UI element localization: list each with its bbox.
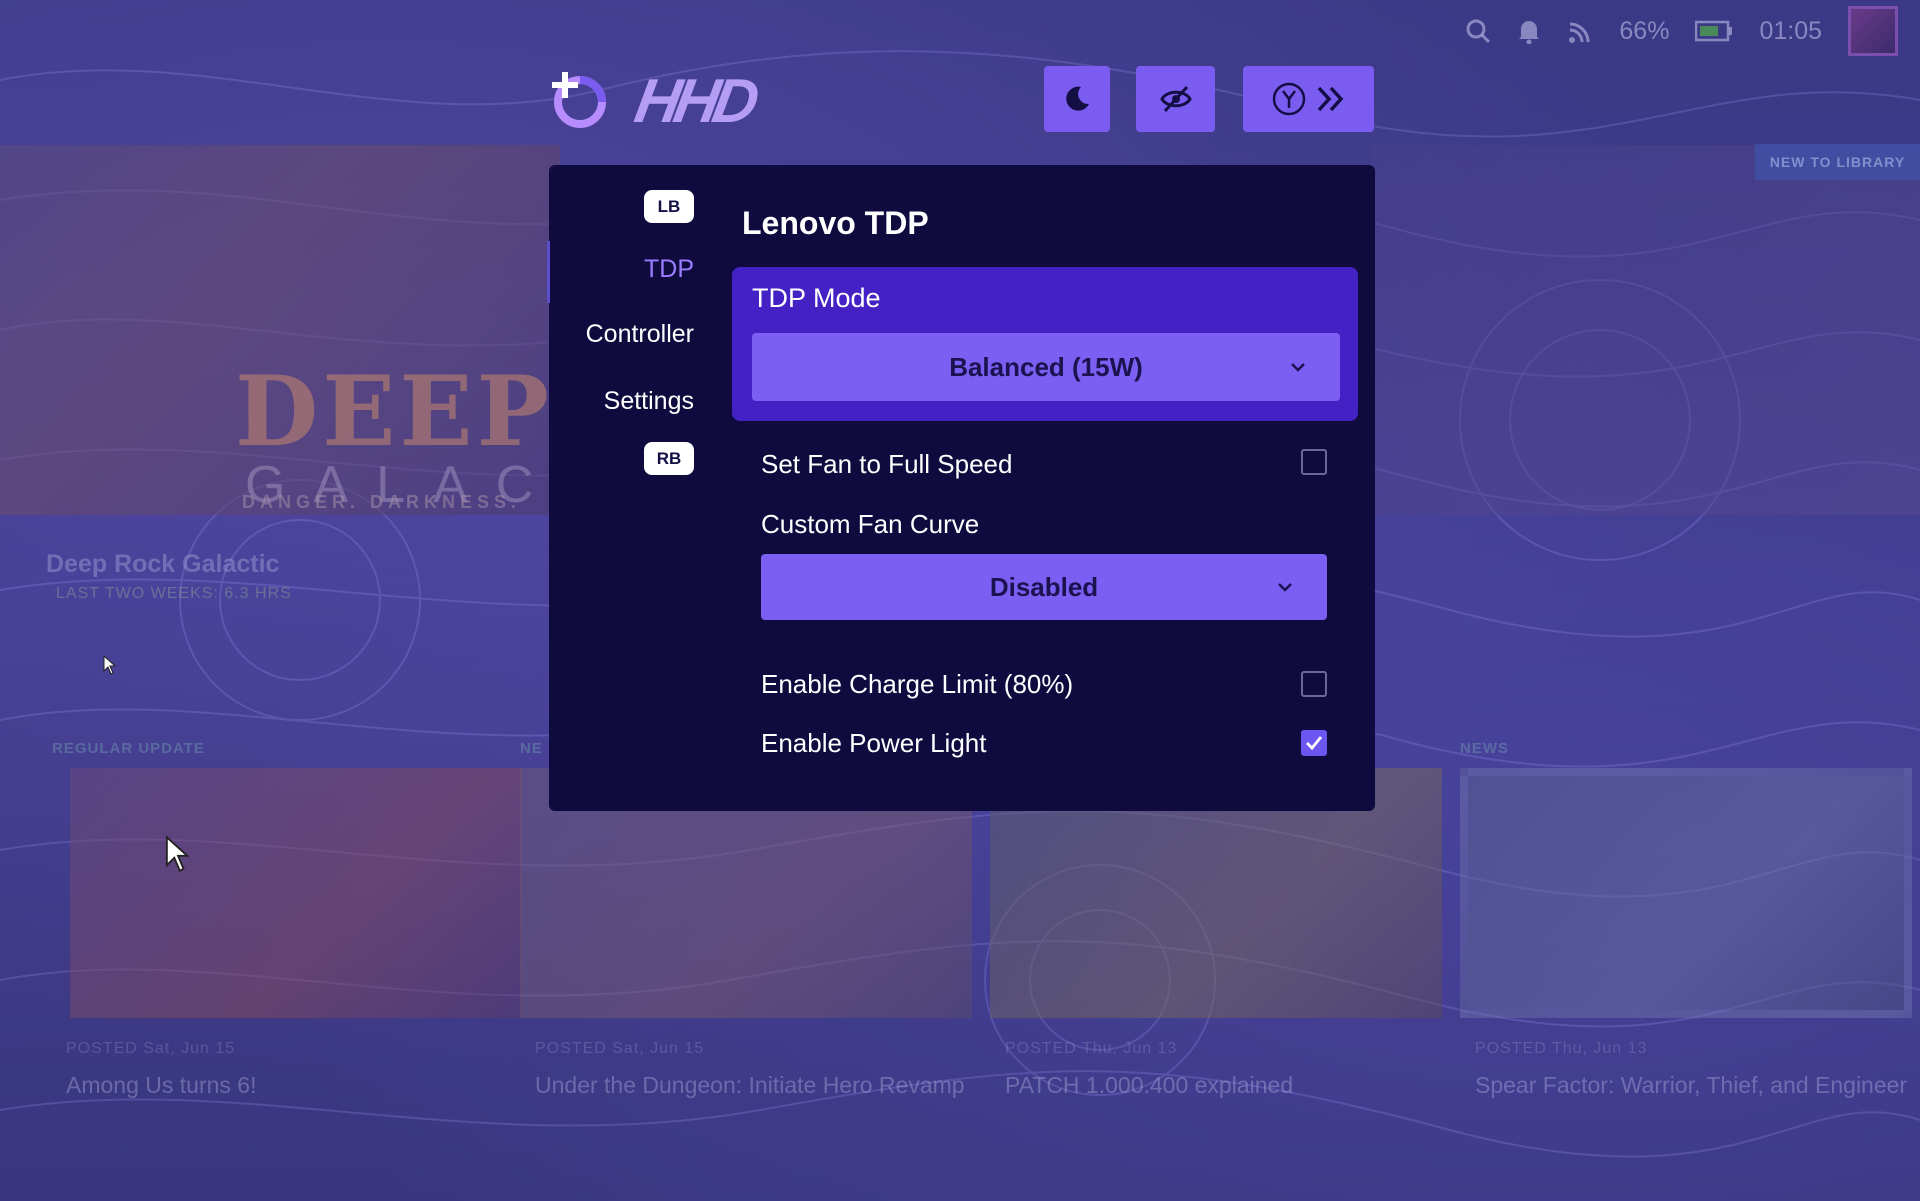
tdp-mode-section: TDP Mode Balanced (15W) <box>732 267 1358 421</box>
fan-full-speed-label: Set Fan to Full Speed <box>761 449 1013 479</box>
power-light-label: Enable Power Light <box>761 728 987 758</box>
library-tile[interactable] <box>1370 145 1920 515</box>
avatar[interactable] <box>1848 6 1898 56</box>
news-date: POSTED Thu, Jun 13 <box>1475 1040 1648 1057</box>
custom-fan-curve-dropdown[interactable]: Disabled <box>761 554 1327 620</box>
recent-game-playtime: LAST TWO WEEKS: 6.3 HRS <box>56 585 292 602</box>
custom-fan-curve-value: Disabled <box>989 571 1099 602</box>
hhd-logo-text: HHD <box>629 67 759 136</box>
news-title[interactable]: Among Us turns 6! <box>66 1068 506 1102</box>
cursor-icon <box>165 835 190 872</box>
recent-game-title: Deep Rock Galactic <box>46 550 280 578</box>
section-label: REGULAR UPDATE <box>52 740 205 757</box>
hhd-settings-panel: LB TDP Controller Settings RB Lenovo TDP… <box>547 165 1375 811</box>
news-title[interactable]: PATCH 1.000.400 explained <box>1005 1068 1445 1102</box>
wifi-icon <box>1569 22 1590 43</box>
new-to-library-badge: NEW TO LIBRARY <box>1755 144 1920 180</box>
y-button-icon <box>1272 82 1305 116</box>
power-light-checkbox[interactable] <box>1301 730 1327 756</box>
side-nav: TDP Controller Settings <box>549 165 694 565</box>
nav-item-settings[interactable]: Settings <box>604 387 694 416</box>
section-label: NEWS <box>1460 740 1509 757</box>
moon-icon <box>1066 86 1089 111</box>
tdp-mode-dropdown[interactable]: Balanced (15W) <box>752 333 1340 401</box>
nav-item-controller[interactable]: Controller <box>586 320 694 349</box>
fan-full-speed-checkbox[interactable] <box>1301 449 1327 475</box>
eye-slash-icon <box>1159 85 1192 113</box>
chevron-down-icon <box>1291 363 1305 372</box>
clock: 01:05 <box>1759 16 1822 45</box>
news-title[interactable]: Spear Factor: Warrior, Thief, and Engine… <box>1475 1068 1915 1102</box>
hide-overlay-button[interactable] <box>1136 66 1215 132</box>
section-label: NE <box>520 740 543 757</box>
checkmark-icon <box>1306 736 1323 751</box>
tdp-mode-value: Balanced (15W) <box>949 351 1143 382</box>
rb-bumper-badge[interactable]: RB <box>644 442 694 475</box>
charge-limit-label: Enable Charge Limit (80%) <box>761 669 1074 699</box>
chevron-double-right-icon <box>1317 86 1343 112</box>
hero-game-tagline: DANGER. DARKNESS. <box>242 492 522 512</box>
tdp-mode-label: TDP Mode <box>752 283 881 313</box>
news-title[interactable]: Under the Dungeon: Initiate Hero Revamp <box>535 1068 975 1102</box>
news-date: POSTED Thu, Jun 13 <box>1005 1040 1178 1057</box>
news-date: POSTED Sat, Jun 15 <box>535 1040 705 1057</box>
custom-fan-curve-label: Custom Fan Curve <box>761 509 980 539</box>
panel-title: Lenovo TDP <box>742 205 929 241</box>
news-tile[interactable] <box>70 768 522 1018</box>
nav-item-tdp[interactable]: TDP <box>644 255 694 284</box>
chevron-down-icon <box>1278 583 1292 592</box>
news-tile[interactable] <box>1460 768 1912 1018</box>
y-button-menu[interactable] <box>1243 66 1374 132</box>
news-date: POSTED Sat, Jun 15 <box>66 1040 236 1057</box>
search-icon[interactable] <box>1465 18 1491 44</box>
cursor-small-icon <box>103 655 117 675</box>
hhd-logo-icon <box>552 72 606 128</box>
status-bar: 66% 01:05 <box>1465 0 1920 62</box>
battery-icon <box>1695 20 1733 42</box>
battery-percent: 66% <box>1619 16 1670 45</box>
charge-limit-checkbox[interactable] <box>1301 671 1327 697</box>
sleep-button[interactable] <box>1044 66 1110 132</box>
notification-bell-icon[interactable] <box>1517 18 1541 44</box>
